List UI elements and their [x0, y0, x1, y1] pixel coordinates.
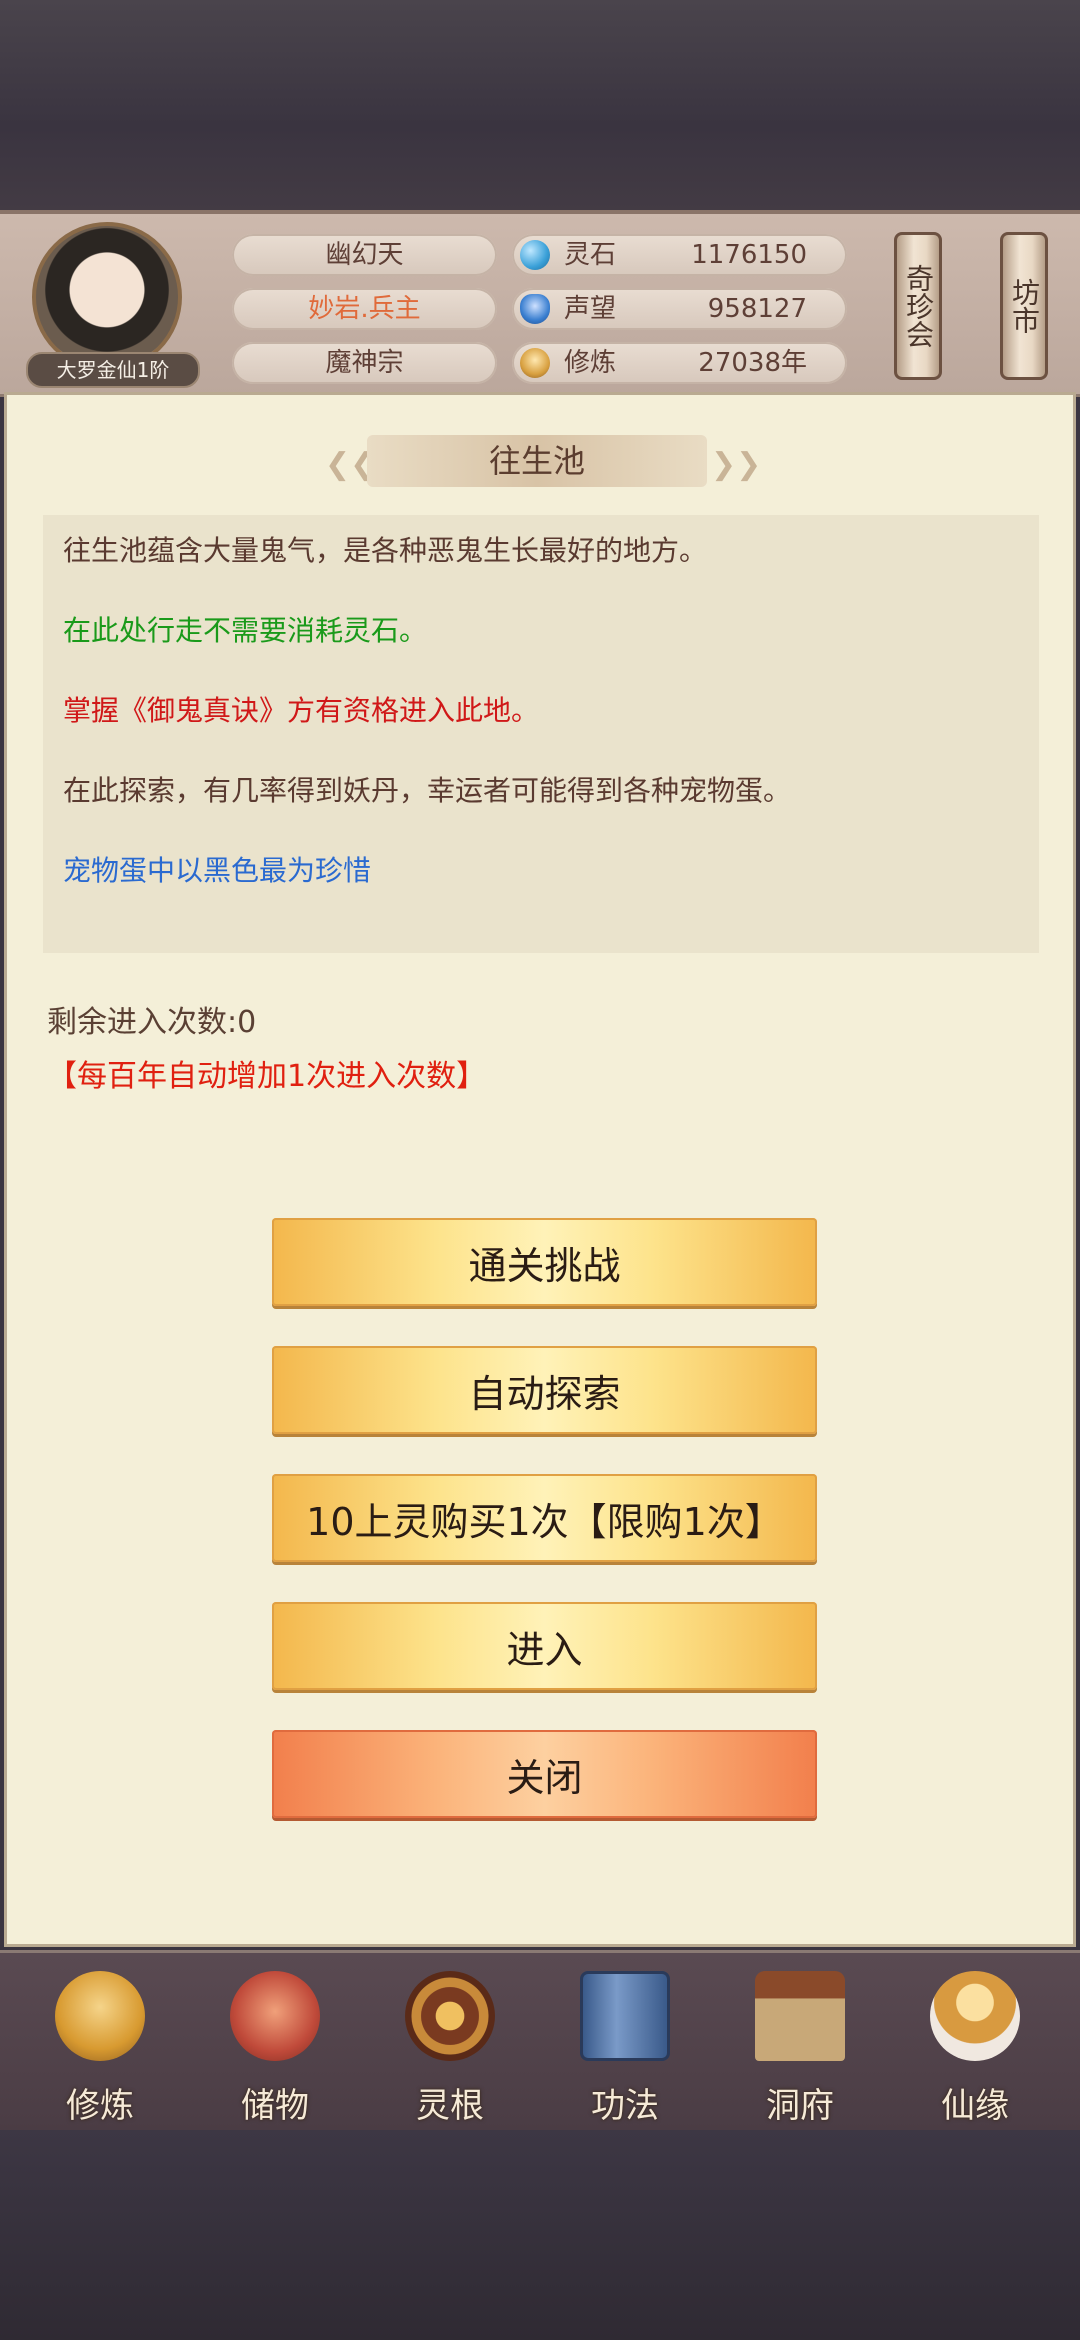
nav-item-fate[interactable]: 仙缘: [900, 1963, 1050, 2126]
panel-title: 往生池: [367, 435, 707, 487]
description-line: 宠物蛋中以黑色最为珍惜: [63, 854, 372, 887]
dungeon-panel: ❮❮ 往生池 ❯❯ 往生池蕴含大量鬼气，是各种恶鬼生长最好的地方。 在此处行走不…: [4, 392, 1076, 1947]
book-icon: [580, 1971, 670, 2061]
nav-item-cultivate[interactable]: 修炼: [25, 1963, 175, 2126]
player-header: 大罗金仙1阶 幽幻天 妙岩.兵主 魔神宗 灵石 1176150 声望 95812…: [0, 210, 1080, 519]
spirit-root-icon: [405, 1971, 495, 2061]
description-box: 往生池蕴含大量鬼气，是各种恶鬼生长最好的地方。 在此处行走不需要消耗灵石。 掌握…: [43, 515, 1039, 953]
stat-prestige: 声望 958127: [512, 288, 847, 330]
auto-explore-button[interactable]: 自动探索: [272, 1346, 817, 1434]
close-button[interactable]: 关闭: [272, 1730, 817, 1818]
description-line: 往生池蕴含大量鬼气，是各种恶鬼生长最好的地方。: [63, 534, 708, 567]
enter-button[interactable]: 进入: [272, 1602, 817, 1690]
nav-item-spirit-root[interactable]: 灵根: [375, 1963, 525, 2126]
clear-challenge-button[interactable]: 通关挑战: [272, 1218, 817, 1306]
bottom-background: [0, 2130, 1080, 2340]
market-button[interactable]: 坊市: [1000, 232, 1048, 380]
meditating-monk-icon: [55, 1971, 145, 2061]
rank-badge: 大罗金仙1阶: [26, 352, 200, 388]
nav-item-techniques[interactable]: 功法: [550, 1963, 700, 2126]
prestige-icon: [520, 294, 550, 324]
stat-spirit-stone: 灵石 1176150: [512, 234, 847, 276]
bottom-nav: 修炼 储物 灵根 功法 洞府 仙缘: [0, 1950, 1080, 2133]
auto-increase-note: 【每百年自动增加1次进入次数】: [47, 1059, 487, 1094]
treasure-bag-icon: [230, 1971, 320, 2061]
treasure-fair-button[interactable]: 奇珍会: [894, 232, 942, 380]
nav-item-cave[interactable]: 洞府: [725, 1963, 875, 2126]
gourd-icon: [930, 1971, 1020, 2061]
remaining-entries: 剩余进入次数:0: [47, 1005, 257, 1040]
cultivation-icon: [520, 348, 550, 378]
nav-item-storage[interactable]: 储物: [200, 1963, 350, 2126]
description-line: 在此处行走不需要消耗灵石。: [63, 614, 428, 647]
buy-entry-button[interactable]: 10上灵购买1次【限购1次】: [272, 1474, 817, 1562]
spirit-stone-icon: [520, 240, 550, 270]
stat-cultivation: 修炼 27038年: [512, 342, 847, 384]
realm-label: 幽幻天: [232, 234, 497, 276]
player-name: 妙岩.兵主: [232, 288, 497, 330]
description-line: 掌握《御鬼真诀》方有资格进入此地。: [63, 694, 540, 727]
description-line: 在此探索，有几率得到妖丹，幸运者可能得到各种宠物蛋。: [63, 774, 792, 807]
title-ornament-right: ❯❯: [711, 447, 762, 482]
sect-label: 魔神宗: [232, 342, 497, 384]
pavilion-icon: [755, 1971, 845, 2061]
top-background: [0, 0, 1080, 210]
avatar[interactable]: [32, 222, 182, 372]
